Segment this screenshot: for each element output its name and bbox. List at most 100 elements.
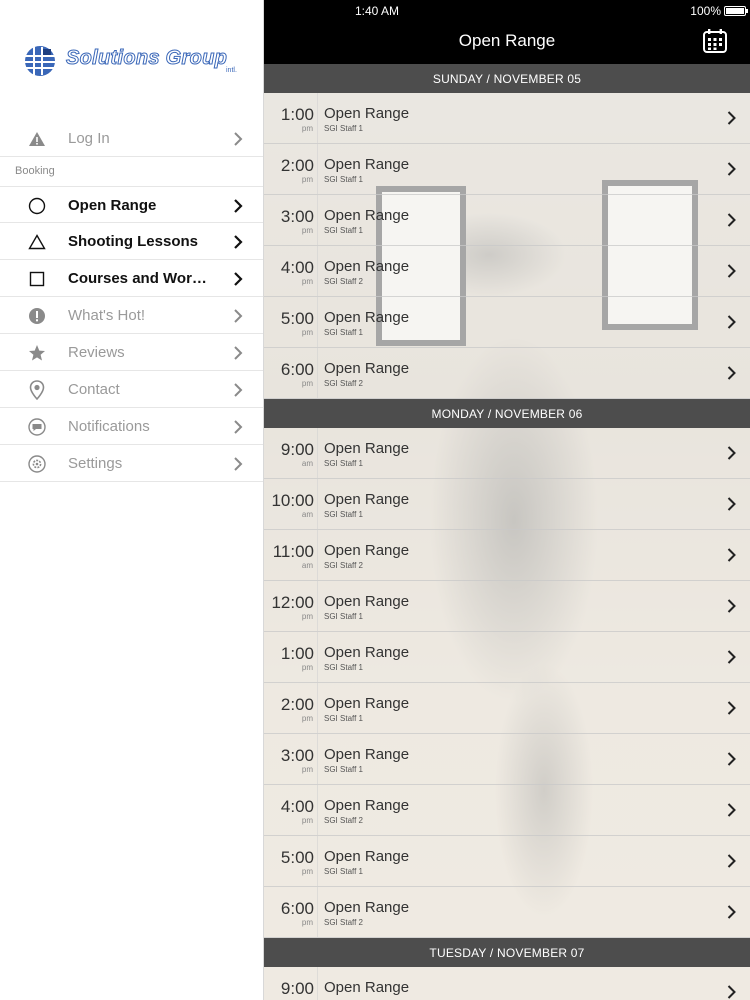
time-slot-row[interactable]: 4:00 pm Open Range SGI Staff 2 xyxy=(264,246,750,297)
chevron-right-icon xyxy=(727,985,736,999)
slot-ampm: pm xyxy=(301,226,313,235)
menu-item-label: Settings xyxy=(68,455,123,472)
slot-time: 6:00 xyxy=(280,899,314,918)
chevron-right-icon xyxy=(727,315,736,329)
time-slot-row[interactable]: 2:00 pm Open Range SGI Staff 1 xyxy=(264,683,750,734)
slot-time: 5:00 xyxy=(280,309,314,328)
time-slot-row[interactable]: 2:00 pm Open Range SGI Staff 1 xyxy=(264,144,750,195)
time-slot-row[interactable]: 5:00 pm Open Range SGI Staff 1 xyxy=(264,836,750,887)
slot-time: 4:00 xyxy=(280,258,314,277)
slot-ampm: pm xyxy=(301,714,313,723)
time-slot-row[interactable]: 5:00 pm Open Range SGI Staff 1 xyxy=(264,297,750,348)
slot-staff: SGI Staff 1 xyxy=(324,612,363,621)
slot-divider xyxy=(317,246,318,296)
slot-divider xyxy=(317,785,318,835)
time-slot-row[interactable]: 9:00 am Open Range SGI Staff 1 xyxy=(264,428,750,479)
slot-staff: SGI Staff 2 xyxy=(324,379,363,388)
time-slot-row[interactable]: 12:00 pm Open Range SGI Staff 1 xyxy=(264,581,750,632)
chevron-right-icon xyxy=(727,599,736,613)
time-slot-row[interactable]: 6:00 pm Open Range SGI Staff 2 xyxy=(264,887,750,938)
menu-item-open-range[interactable]: Open Range xyxy=(0,186,263,223)
time-slot-row[interactable]: 9:00amOpen Range xyxy=(264,967,750,1000)
time-slot-row[interactable]: 4:00 pm Open Range SGI Staff 2 xyxy=(264,785,750,836)
slot-staff: SGI Staff 2 xyxy=(324,816,363,825)
menu-item-label: Log In xyxy=(68,130,110,147)
chevron-right-icon xyxy=(727,264,736,278)
logo-wordmark: Solutions Group xyxy=(65,47,228,70)
menu-item-whats-hot[interactable]: What's Hot! xyxy=(0,297,263,334)
slot-time: 5:00 xyxy=(280,848,314,867)
menu-item-label: Open Range xyxy=(68,197,157,214)
star-icon xyxy=(27,343,47,363)
slot-title: Open Range xyxy=(324,440,410,457)
chevron-right-icon xyxy=(727,752,736,766)
schedule-panel: 1:40 AM 100% Open Range SUNDAY / NOVEMBE… xyxy=(264,0,750,1000)
slot-divider xyxy=(317,581,318,631)
globe-logo-icon xyxy=(25,46,55,76)
time-slot-row[interactable]: 1:00 pm Open Range SGI Staff 1 xyxy=(264,93,750,144)
page-title: Open Range xyxy=(458,31,556,50)
battery-percent: 100% xyxy=(690,4,721,18)
menu-item-courses-and-workshops[interactable]: Courses and Workshops xyxy=(0,260,263,297)
chevron-right-icon xyxy=(234,457,243,471)
chevron-right-icon xyxy=(727,162,736,176)
slot-time: 11:00 xyxy=(272,542,314,561)
slot-title: Open Range xyxy=(324,695,410,712)
slot-divider xyxy=(317,479,318,529)
time-slot-row[interactable]: 3:00 pm Open Range SGI Staff 1 xyxy=(264,195,750,246)
time-slot-row[interactable]: 10:00 am Open Range SGI Staff 1 xyxy=(264,479,750,530)
square-icon xyxy=(27,269,47,289)
slot-time: 9:00 xyxy=(280,979,314,998)
chevron-right-icon xyxy=(234,346,243,360)
gear-icon xyxy=(27,454,47,474)
menu-item-label: Courses and Workshops xyxy=(68,270,214,287)
menu-item-settings[interactable]: Settings xyxy=(0,445,263,482)
slot-divider xyxy=(317,836,318,886)
time-slot-row[interactable]: 6:00 pm Open Range SGI Staff 2 xyxy=(264,348,750,399)
warning-icon xyxy=(27,129,47,149)
slot-time: 6:00 xyxy=(280,360,314,379)
slot-ampm: pm xyxy=(301,612,313,621)
slot-title: Open Range xyxy=(324,746,410,763)
chevron-right-icon xyxy=(234,420,243,434)
slot-divider xyxy=(317,967,318,1000)
menu-item-shooting-lessons[interactable]: Shooting Lessons xyxy=(0,223,263,260)
slot-ampm: am xyxy=(301,459,313,468)
circle-icon xyxy=(27,196,47,216)
slot-time: 10:00 xyxy=(271,491,314,510)
slot-divider xyxy=(317,530,318,580)
slot-time: 1:00 xyxy=(280,105,314,124)
slot-staff: SGI Staff 2 xyxy=(324,561,363,570)
slot-divider xyxy=(317,93,318,143)
slot-title: Open Range xyxy=(324,979,410,996)
calendar-icon[interactable] xyxy=(702,28,728,54)
menu-item-label: Contact xyxy=(68,381,120,398)
slot-title: Open Range xyxy=(324,360,410,377)
slot-ampm: pm xyxy=(301,765,313,774)
time-slot-row[interactable]: 3:00 pm Open Range SGI Staff 1 xyxy=(264,734,750,785)
chevron-right-icon xyxy=(727,803,736,817)
slot-title: Open Range xyxy=(324,542,410,559)
menu-item-reviews[interactable]: Reviews xyxy=(0,334,263,371)
slot-time: 2:00 xyxy=(280,156,314,175)
day-header: MONDAY / NOVEMBER 06 xyxy=(264,399,750,428)
menu-item-notifications[interactable]: Notifications xyxy=(0,408,263,445)
chat-bubble-icon xyxy=(27,417,47,437)
slot-title: Open Range xyxy=(324,593,410,610)
slot-staff: SGI Staff 1 xyxy=(324,510,363,519)
time-slot-row[interactable]: 1:00 pm Open Range SGI Staff 1 xyxy=(264,632,750,683)
menu-item-login[interactable]: Log In xyxy=(0,120,263,157)
slot-divider xyxy=(317,632,318,682)
slot-staff: SGI Staff 1 xyxy=(324,175,363,184)
menu-item-contact[interactable]: Contact xyxy=(0,371,263,408)
time-slot-row[interactable]: 11:00 am Open Range SGI Staff 2 xyxy=(264,530,750,581)
slot-divider xyxy=(317,683,318,733)
slot-ampm: pm xyxy=(301,867,313,876)
day-header: TUESDAY / NOVEMBER 07 xyxy=(264,938,750,967)
chevron-right-icon xyxy=(727,213,736,227)
slot-staff: SGI Staff 1 xyxy=(324,765,363,774)
slot-time: 2:00 xyxy=(280,695,314,714)
side-menu: Solutions Group intl. Log In Booking Ope… xyxy=(0,0,264,1000)
chevron-right-icon xyxy=(727,111,736,125)
slot-ampm: pm xyxy=(301,175,313,184)
